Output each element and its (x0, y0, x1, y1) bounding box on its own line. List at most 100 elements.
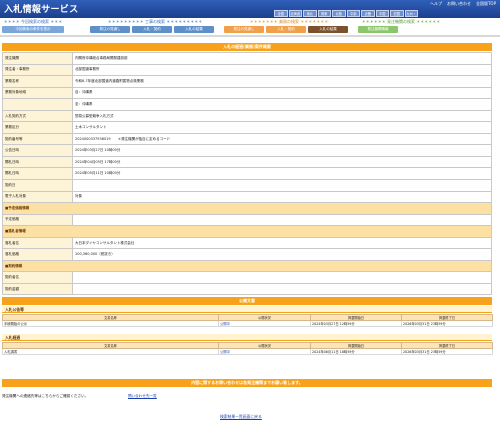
tab-services-results[interactable]: 入札の結果 (308, 26, 348, 33)
region-tab-chugoku[interactable]: 中国 (375, 10, 389, 17)
documents-title: 公開文書 (2, 297, 492, 305)
tab-services-bidding[interactable]: 入札・契約 (266, 26, 306, 33)
row-value: 大日本ダイヤコンサルタント株式会社 (72, 236, 492, 250)
row-label: 公告日時 (2, 144, 73, 157)
row-value: 至：沖縄県 (72, 98, 492, 111)
region-tab-national[interactable]: 全国 (274, 10, 288, 17)
row-label: 業務対象地域 (2, 86, 73, 100)
doc-end-date: 2026年03月31日 23時59分 (401, 348, 493, 355)
doc-group-heading: 入札経過 (2, 334, 492, 341)
contact-list-link[interactable]: 問い合わせ先一覧 (128, 394, 157, 399)
doc-table-progress: 文書名称 公開状況 掲載開始日 掲載終了日 入札調書 公開中 2024年06月1… (2, 342, 493, 355)
inquiry-text: 発注機関への連絡先等はこちらからご確認ください。 (2, 394, 89, 398)
row-value: 2024000337936019 ＊発注機関が独自に定めるコード (72, 132, 492, 146)
section-heading: ■予定価格情報 (2, 202, 492, 215)
row-value (72, 179, 492, 192)
doc-name: 入札調書 (2, 348, 219, 355)
table-row: 手続開始の公示 公開中 2024年03月27日 12時59分 2026年03月3… (2, 320, 493, 327)
row-label (2, 98, 73, 111)
table-row: 発注機関 内閣府沖縄総合事務局開発建設部 (2, 52, 492, 65)
site-header: 入札情報サービス ヘルプ お問い合わせ 全国版TOP 全国 北海道 東北 関東 … (0, 0, 500, 22)
tab-current-conditions[interactable]: 今回検索の条件を表示 (2, 26, 64, 33)
region-tab-hokkaido[interactable]: 北海道 (288, 10, 302, 17)
table-row: 業務対象地域 自：沖縄県 (2, 86, 492, 100)
table-row: 業務区分 土木コンサルタント (2, 121, 492, 134)
region-tab-kinki[interactable]: 近畿 (361, 10, 375, 17)
doc-status-link[interactable]: 公開中 (220, 322, 230, 326)
row-label: 入札契約方式 (2, 109, 73, 123)
row-label: 落札者名 (2, 236, 73, 250)
tab-agency-info[interactable]: 発注機関情報 (358, 26, 398, 33)
row-value: 北部国道事務所 (72, 63, 492, 77)
doc-group-heading: 入札公告等 (2, 306, 492, 313)
nav-group-agency: ＊＊＊＊＊＊ 発注機関の検索 ＊＊＊＊＊＊ 発注機関情報 (358, 19, 444, 33)
section-heading: ■契約情報 (2, 259, 492, 273)
table-row: 入札契約方式 簡易公募型競争入札方式 (2, 109, 492, 123)
top-links: ヘルプ お問い合わせ 全国版TOP (430, 1, 496, 7)
doc-end-date: 2026年03月31日 23時59分 (401, 320, 493, 327)
nav-group-services: ＊＊＊＊＊＊＊ 業務の検索 ＊＊＊＊＊＊＊ 発注の見通し 入札・契約 入札の結果 (224, 19, 354, 33)
national-top-link[interactable]: 全国版TOP (476, 1, 496, 7)
region-tab-chubu[interactable]: 中部 (346, 10, 360, 17)
back-to-results-link[interactable]: 検索結果一覧画面に戻る (220, 414, 262, 420)
region-tab-tohoku[interactable]: 東北 (303, 10, 317, 17)
row-label: 開札日時 (2, 155, 73, 169)
row-value: 簡易公募型競争入札方式 (72, 109, 492, 123)
table-row: 入札調書 公開中 2024年06月11日 18時59分 2026年03月31日 … (2, 348, 493, 355)
tab-construction-bidding[interactable]: 入札・契約 (132, 26, 172, 33)
site-title: 入札情報サービス (4, 5, 79, 15)
row-label: 業務名称 (2, 75, 73, 88)
doc-start-date: 2024年06月11日 18時59分 (310, 348, 402, 355)
table-row: 契約番号等 2024000337936019 ＊発注機関が独自に定めるコード (2, 132, 492, 146)
table-row: 予定価格 (2, 213, 492, 227)
tab-construction-outlook[interactable]: 発注の見通し (90, 26, 130, 33)
table-row: 契約日 (2, 179, 492, 192)
table-row: 落札価格 100,360,000（税抜き） (2, 248, 492, 261)
row-label: 予定価格 (2, 213, 73, 227)
page-title: 入札の経過(業務)案件概要 (2, 43, 492, 51)
row-value: 2024年03月27日 10時00分 (72, 144, 492, 157)
region-tabs: 全国 北海道 東北 関東 北陸 中部 近畿 中国 四国 九州・沖縄 (274, 10, 418, 22)
doc-start-date: 2024年03月27日 12時59分 (310, 320, 402, 327)
row-label: 落札価格 (2, 248, 73, 261)
nav-divider (0, 35, 500, 37)
row-value (72, 213, 492, 227)
contact-link[interactable]: お問い合わせ (447, 1, 471, 7)
row-value: 令和6-7年度北部国道内道路附属物点検業務 (72, 75, 492, 88)
table-row: 契約金額 (2, 282, 492, 296)
table-row: 至：沖縄県 (2, 98, 492, 111)
search-nav: ＊＊＊＊ 今回検索の検索 ＊＊＊＊ 今回検索の条件を表示 ＊＊＊＊＊＊＊＊＊ 工… (0, 18, 500, 36)
row-label: 電子入札対象 (2, 190, 73, 204)
region-tab-shikoku[interactable]: 四国 (390, 10, 404, 17)
row-value: 100,360,000（税抜き） (72, 248, 492, 261)
doc-name: 手続開始の公示 (2, 320, 219, 327)
table-row: 電子入札対象 対象 (2, 190, 492, 204)
row-label: 契約者名 (2, 271, 73, 284)
row-label: 契約金額 (2, 282, 73, 296)
row-value (72, 271, 492, 284)
help-link[interactable]: ヘルプ (430, 1, 442, 7)
table-row: ■契約情報 (2, 259, 492, 273)
table-row: 発注者・事務所 北部国道事務所 (2, 63, 492, 77)
table-row: ■予定価格情報 (2, 202, 492, 215)
nav-group-current: ＊＊＊＊ 今回検索の検索 ＊＊＊＊ 今回検索の条件を表示 (2, 19, 64, 33)
region-tab-kanto[interactable]: 関東 (317, 10, 331, 17)
row-value: 土木コンサルタント (72, 121, 492, 134)
row-label: 開札日時 (2, 167, 73, 180)
table-row: 公告日時 2024年03月27日 10時00分 (2, 144, 492, 157)
row-label: 発注者・事務所 (2, 63, 73, 77)
row-label: 契約番号等 (2, 132, 73, 146)
row-value: 自：沖縄県 (72, 86, 492, 100)
row-value: 内閣府沖縄総合事務局開発建設部 (72, 52, 492, 65)
table-row: 開札日時 2024年04月05日 17時00分 (2, 155, 492, 169)
tab-services-outlook[interactable]: 発注の見通し (224, 26, 264, 33)
region-tab-kyushu-okinawa[interactable]: 九州・沖縄 (404, 10, 418, 22)
row-label: 契約日 (2, 179, 73, 192)
doc-status-link[interactable]: 公開中 (220, 350, 230, 354)
row-value (72, 282, 492, 296)
bid-summary-table: 発注機関 内閣府沖縄総合事務局開発建設部 発注者・事務所 北部国道事務所 業務名称 令和6… (2, 52, 492, 296)
region-tab-hokuriku[interactable]: 北陸 (332, 10, 346, 17)
tab-construction-results[interactable]: 入札の結果 (174, 26, 214, 33)
table-row: 業務名称 令和6-7年度北部国道内道路附属物点検業務 (2, 75, 492, 88)
inquiry-bar: 内容に関するお問い合わせは各発注機関までお願い致します。 (2, 379, 492, 387)
